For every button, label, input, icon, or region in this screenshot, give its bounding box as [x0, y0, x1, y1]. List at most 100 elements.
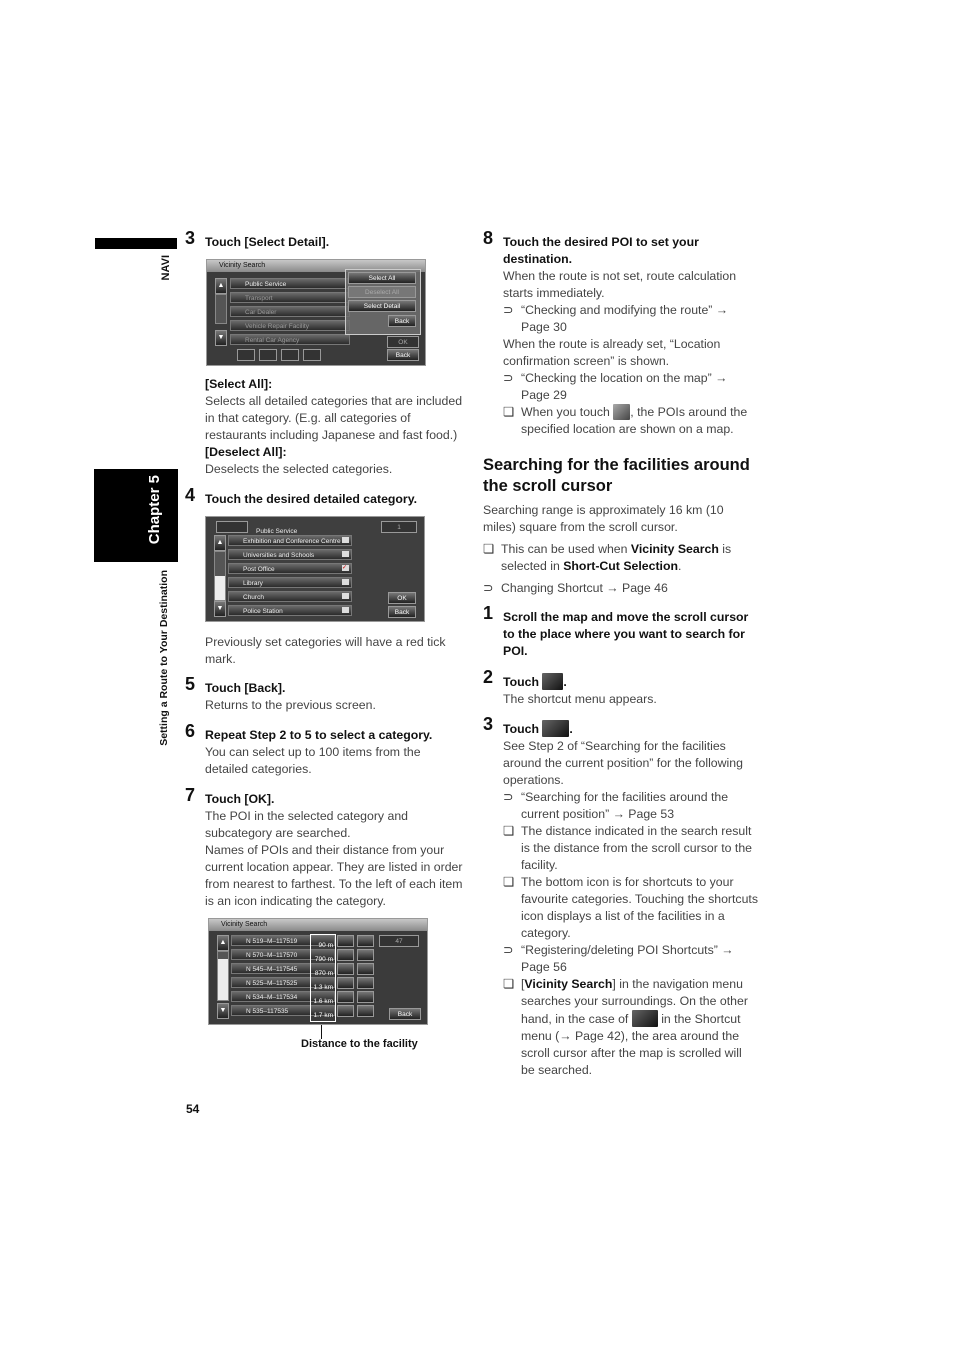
info-icon-button[interactable]	[357, 963, 374, 975]
select-all-label: [Select All]:	[205, 377, 273, 391]
step-text: The POI in the selected category and sub…	[205, 809, 409, 840]
scroll-down-button[interactable]: ▼	[215, 330, 227, 346]
step-title: .	[569, 722, 573, 736]
reference-link[interactable]: “Searching for the facilities around the…	[521, 790, 728, 821]
back-button[interactable]: Back	[387, 349, 419, 361]
category-row[interactable]: Transport	[230, 292, 350, 303]
info-icon-button[interactable]	[357, 949, 374, 961]
scroll-up-button[interactable]: ▲	[214, 535, 226, 551]
step-title: Scroll the map and move the scroll curso…	[503, 610, 749, 658]
shortcut-icon-button[interactable]	[259, 349, 277, 361]
step-title: Repeat Step 2 to 5 to select a category.	[205, 728, 433, 742]
detail-category-row[interactable]: Exhibition and Conference Centre	[228, 535, 352, 546]
deselect-all-label: [Deselect All]:	[205, 445, 287, 459]
detail-category-row[interactable]: Police Station	[228, 605, 352, 616]
step-4-detailed-category: 4 Touch the desired detailed category.	[185, 486, 465, 508]
reference-arrow-icon: ⊃	[503, 371, 514, 385]
step-5-back: 5 Touch [Back]. Returns to the previous …	[185, 675, 465, 714]
shortcut-menu-icon	[542, 673, 564, 690]
popup-back-button[interactable]: Back	[388, 315, 416, 327]
step-text: See Step 2 of “Searching for the facilit…	[503, 739, 743, 787]
chapter-tab: Chapter 5	[94, 469, 178, 562]
note-bold: Vicinity Search	[524, 977, 613, 991]
checkbox[interactable]	[342, 579, 349, 585]
step-number: 8	[483, 228, 494, 248]
scroll-up-button[interactable]: ▲	[217, 935, 229, 951]
checkbox[interactable]	[342, 607, 349, 613]
binoculars-icon	[542, 720, 570, 737]
note-item: ❏ The distance indicated in the search re…	[503, 823, 758, 874]
step-number: 3	[185, 228, 196, 248]
step-title: Touch	[503, 722, 539, 736]
map-icon-button[interactable]	[337, 991, 354, 1003]
select-detail-button[interactable]: Select Detail	[348, 300, 416, 312]
note-checkbox-icon: ❏	[503, 875, 515, 889]
category-icon	[216, 521, 248, 533]
scrollbar[interactable]	[217, 951, 229, 1001]
info-icon-button[interactable]	[357, 1005, 374, 1017]
map-icon-button[interactable]	[337, 935, 354, 947]
scroll-down-button[interactable]: ▼	[214, 601, 226, 617]
detail-category-row[interactable]: Universities and Schools	[228, 549, 352, 560]
back-button[interactable]: Back	[388, 606, 416, 618]
info-icon-button[interactable]	[357, 977, 374, 989]
step-title: Touch [Select Detail].	[205, 235, 330, 249]
checkbox[interactable]	[342, 593, 349, 599]
note-item: ❏ This can be used when Vicinity Search i…	[483, 541, 758, 575]
category-row[interactable]: Rental Car Agency	[230, 334, 350, 345]
info-icon-button[interactable]	[357, 991, 374, 1003]
detail-category-row[interactable]: Post Office	[228, 563, 352, 574]
deselect-all-description: Deselects the selected categories.	[205, 462, 393, 476]
reference-item: ⊃ Changing Shortcut → Page 46	[483, 580, 758, 597]
scrollbar[interactable]	[215, 294, 227, 324]
right-column: 8 Touch the desired POI to set your dest…	[483, 229, 758, 1079]
ok-button[interactable]: OK	[387, 336, 419, 348]
category-row[interactable]: Car Dealer	[230, 306, 350, 317]
binoculars-icon	[631, 1010, 658, 1027]
map-icon-button[interactable]	[337, 949, 354, 961]
map-icon-button[interactable]	[337, 963, 354, 975]
reference-link[interactable]: “Registering/deleting POI Shortcuts” → P…	[521, 943, 734, 974]
step-number: 3	[483, 714, 494, 734]
category-row[interactable]: Public Service	[230, 278, 350, 289]
select-all-description: Selects all detailed categories that are…	[205, 394, 463, 442]
map-icon-button[interactable]	[337, 1005, 354, 1017]
shortcut-icon-button[interactable]	[303, 349, 321, 361]
note-text: The bottom icon is for shortcuts to your…	[521, 875, 758, 940]
checkbox-checked[interactable]: ✓	[342, 565, 349, 571]
step-text: The shortcut menu appears.	[503, 692, 657, 706]
note-checkbox-icon: ❏	[483, 542, 495, 556]
deselect-all-button[interactable]: Deselect All	[348, 286, 416, 298]
chapter-label: Chapter 5	[146, 475, 163, 545]
reference-arrow-icon: ⊃	[483, 581, 494, 595]
scrollbar[interactable]	[214, 551, 226, 601]
select-all-button[interactable]: Select All	[348, 272, 416, 284]
reference-link[interactable]: Changing Shortcut → Page 46	[501, 581, 668, 595]
step-3-touch-vicinity: 3 Touch . See Step 2 of “Searching for t…	[483, 715, 758, 1079]
scroll-up-button[interactable]: ▲	[215, 278, 227, 294]
detail-category-row[interactable]: Library	[228, 577, 352, 588]
step-text: Returns to the previous screen.	[205, 698, 376, 712]
step-8-select-poi: 8 Touch the desired POI to set your dest…	[483, 229, 758, 438]
reference-link[interactable]: “Checking and modifying the route” → Pag…	[521, 303, 728, 334]
ok-button[interactable]: OK	[388, 592, 416, 604]
info-icon-button[interactable]	[357, 935, 374, 947]
reference-arrow-icon: ⊃	[503, 943, 514, 957]
shortcut-icon-button[interactable]	[237, 349, 255, 361]
checkbox[interactable]	[342, 537, 349, 543]
selection-count: 1	[381, 521, 417, 533]
shortcut-icon-button[interactable]	[281, 349, 299, 361]
step-title: Touch [OK].	[205, 792, 275, 806]
detail-category-row[interactable]: Church	[228, 591, 352, 602]
note-text: .	[678, 559, 682, 573]
category-row[interactable]: Vehicle Repair Facility	[230, 320, 350, 331]
step-number: 4	[185, 485, 196, 505]
scroll-down-button[interactable]: ▼	[217, 1003, 229, 1019]
reference-link[interactable]: “Checking the location on the map” → Pag…	[521, 371, 727, 402]
select-popup: Select All Deselect All Select Detail Ba…	[345, 269, 421, 335]
checkbox[interactable]	[342, 551, 349, 557]
back-button[interactable]: Back	[389, 1008, 421, 1020]
section-intro: Searching range is approximately 16 km (…	[483, 503, 724, 534]
step-number: 2	[483, 667, 494, 687]
map-icon-button[interactable]	[337, 977, 354, 989]
